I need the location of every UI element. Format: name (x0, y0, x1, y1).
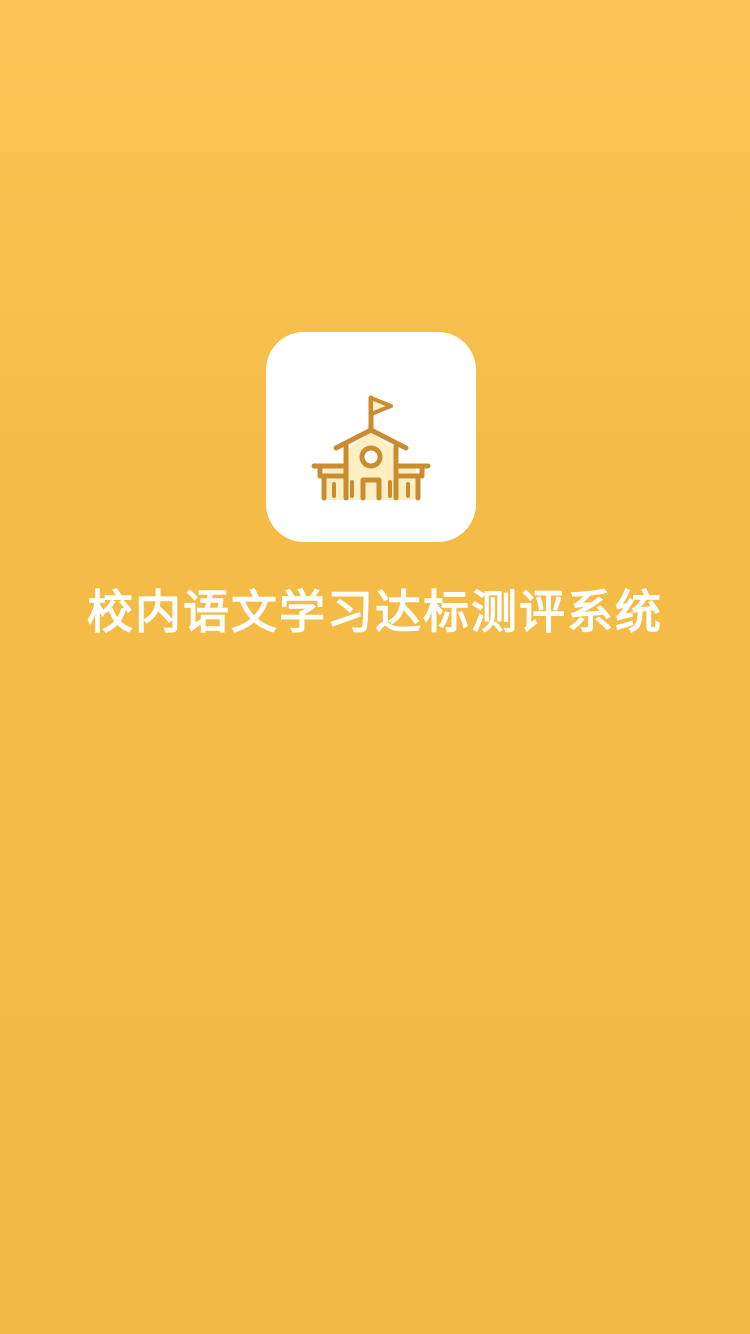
splash-screen: 校内语文学习达标测评系统 (0, 0, 750, 1334)
app-logo (266, 332, 476, 542)
app-title: 校内语文学习达标测评系统 (87, 585, 663, 639)
school-building-icon (311, 395, 431, 501)
